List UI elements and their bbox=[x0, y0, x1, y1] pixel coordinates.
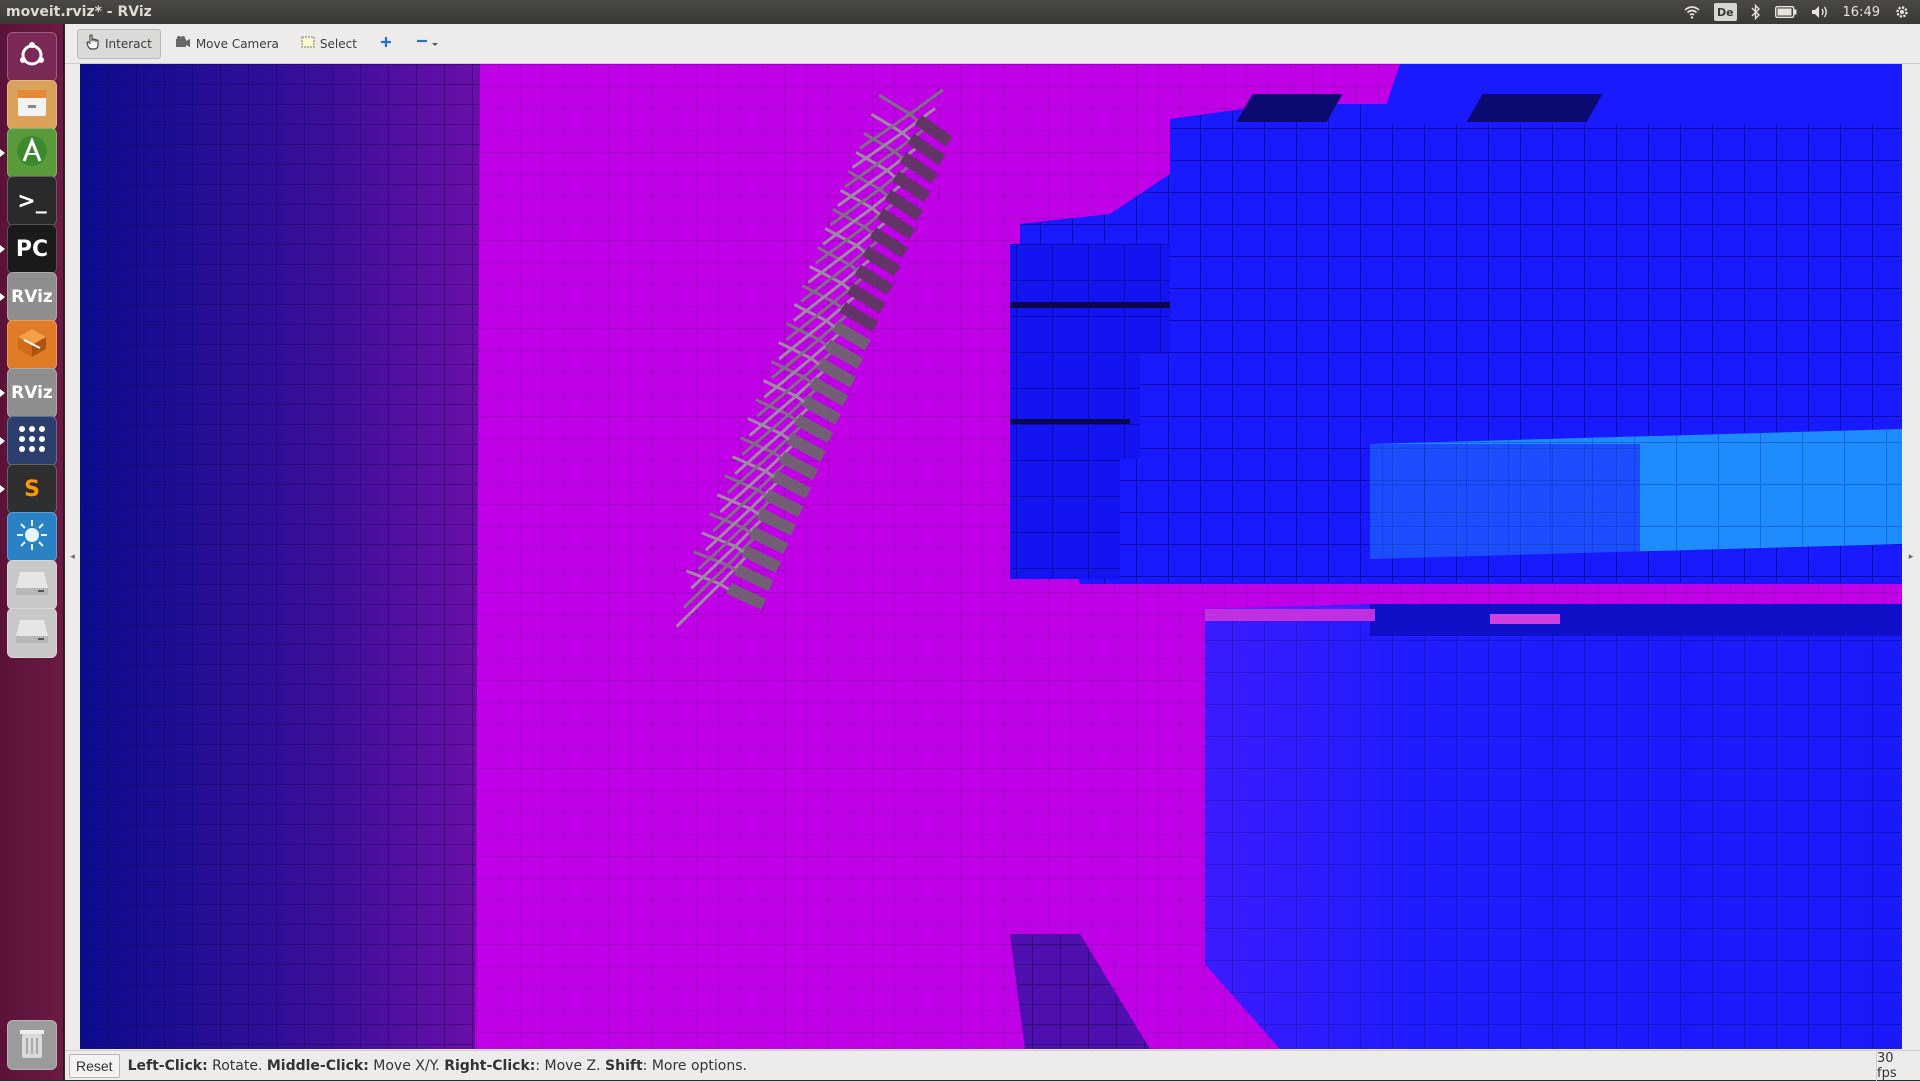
tool-label: Move Camera bbox=[195, 36, 279, 51]
status-bar: Reset Left-Click: Rotate. Middle-Click: … bbox=[65, 1050, 1920, 1081]
help-desc: : More options. bbox=[642, 1057, 747, 1074]
select-rect-icon bbox=[301, 36, 315, 52]
trash-icon bbox=[17, 1026, 47, 1064]
android-studio-icon bbox=[15, 134, 49, 172]
terminal-icon: >_ bbox=[17, 188, 47, 214]
plus-icon bbox=[379, 35, 393, 53]
tool-add-tool[interactable] bbox=[371, 29, 401, 59]
launcher-terminal[interactable]: >_ bbox=[7, 176, 57, 226]
rviz-window: Interact Move Camera Select ◂ ▸ Reset Le… bbox=[65, 24, 1920, 1081]
launcher-sublime[interactable]: S bbox=[7, 464, 57, 514]
window-title: moveit.rviz* - RViz bbox=[6, 4, 152, 20]
right-dock-handle[interactable]: ▸ bbox=[1902, 64, 1920, 1049]
move-camera-icon bbox=[175, 35, 191, 53]
help-desc: Rotate. bbox=[207, 1057, 267, 1074]
unity-launcher: >_ PC RViz RViz S bbox=[0, 24, 64, 1080]
help-key: Right-Click: bbox=[444, 1057, 536, 1074]
launcher-blender-box[interactable] bbox=[7, 320, 57, 370]
help-key: Middle-Click: bbox=[266, 1057, 369, 1074]
volume-icon[interactable] bbox=[1811, 3, 1829, 21]
running-indicator bbox=[0, 437, 5, 445]
rviz-toolbar: Interact Move Camera Select bbox=[65, 24, 1920, 64]
rviz-icon: RViz bbox=[11, 383, 53, 403]
minus-dropdown-icon bbox=[415, 35, 441, 53]
running-indicator bbox=[0, 245, 5, 253]
hand-pointer-icon bbox=[86, 33, 100, 54]
3d-viewport[interactable] bbox=[80, 64, 1902, 1049]
launcher-trash[interactable] bbox=[7, 1020, 57, 1070]
scene-render[interactable] bbox=[80, 64, 1902, 1049]
launcher-drive-2[interactable] bbox=[7, 608, 57, 658]
running-indicator bbox=[0, 389, 5, 397]
settings-gear-icon[interactable] bbox=[1894, 3, 1910, 21]
running-indicator bbox=[0, 149, 5, 157]
ubuntu-logo-icon bbox=[17, 40, 47, 74]
tool-move-camera[interactable]: Move Camera bbox=[167, 29, 287, 59]
indicator-area: De 16:49 bbox=[1684, 3, 1920, 21]
launcher-android-studio[interactable] bbox=[7, 128, 57, 178]
status-help-text: Left-Click: Rotate. Middle-Click: Move X… bbox=[128, 1058, 1876, 1074]
launcher-rviz-2[interactable]: RViz bbox=[7, 368, 57, 418]
clock[interactable]: 16:49 bbox=[1843, 3, 1880, 21]
running-indicator bbox=[0, 485, 5, 493]
sublime-icon: S bbox=[24, 476, 40, 502]
drive-icon bbox=[14, 568, 50, 602]
box-3d-icon bbox=[15, 326, 49, 364]
reset-button[interactable]: Reset bbox=[69, 1053, 120, 1078]
launcher-files[interactable] bbox=[7, 80, 57, 130]
help-desc: Move X/Y. bbox=[368, 1057, 445, 1074]
pycharm-icon: PC bbox=[15, 236, 49, 262]
launcher-gazebo[interactable] bbox=[7, 512, 57, 562]
help-desc: : Move Z. bbox=[535, 1057, 606, 1074]
left-dock-handle[interactable]: ◂ bbox=[65, 64, 80, 1049]
rviz-icon: RViz bbox=[11, 287, 53, 307]
launcher-app-grid[interactable] bbox=[7, 416, 57, 466]
sun-icon bbox=[15, 518, 49, 556]
drive-icon bbox=[14, 616, 50, 650]
top-panel: moveit.rviz* - RViz De 16:49 bbox=[0, 0, 1920, 24]
launcher-rviz-1[interactable]: RViz bbox=[7, 272, 57, 322]
tool-label: Interact bbox=[105, 36, 152, 51]
launcher-ubuntu-dash[interactable] bbox=[7, 32, 57, 82]
fps-counter: 30 fps bbox=[1876, 1050, 1920, 1081]
battery-icon[interactable] bbox=[1774, 3, 1797, 21]
tool-label: Select bbox=[319, 36, 357, 51]
help-key: Shift bbox=[605, 1057, 643, 1074]
launcher-drive-1[interactable] bbox=[7, 560, 57, 610]
running-indicator bbox=[0, 293, 5, 301]
keyboard-icon[interactable]: De bbox=[1713, 3, 1737, 21]
launcher-pycharm[interactable]: PC bbox=[7, 224, 57, 274]
tool-remove-tool[interactable] bbox=[407, 29, 449, 59]
bluetooth-icon[interactable] bbox=[1751, 3, 1761, 21]
help-key: Left-Click: bbox=[127, 1057, 208, 1074]
wifi-icon[interactable] bbox=[1684, 3, 1700, 21]
file-cabinet-icon bbox=[15, 86, 49, 124]
tool-select[interactable]: Select bbox=[293, 29, 365, 59]
app-grid-icon bbox=[15, 422, 49, 460]
tool-interact[interactable]: Interact bbox=[77, 28, 161, 59]
